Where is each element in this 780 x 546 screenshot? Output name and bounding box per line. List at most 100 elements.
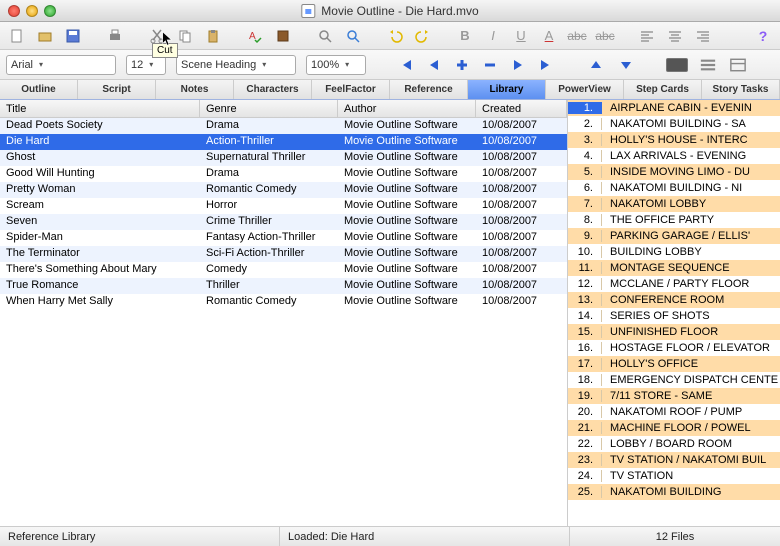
scene-row[interactable]: 10.BUILDING LOBBY (568, 244, 780, 260)
scene-row[interactable]: 14.SERIES OF SHOTS (568, 308, 780, 324)
align-right-button[interactable] (692, 25, 714, 47)
new-doc-button[interactable] (6, 25, 28, 47)
col-created[interactable]: Created (476, 100, 567, 117)
print-button[interactable] (104, 25, 126, 47)
library-row[interactable]: When Harry Met SallyRomantic ComedyMovie… (0, 294, 567, 310)
scene-row[interactable]: 19.7/11 STORE - SAME (568, 388, 780, 404)
scene-row[interactable]: 21.MACHINE FLOOR / POWEL (568, 420, 780, 436)
nav-last-button[interactable] (536, 55, 556, 75)
cut-button[interactable]: Cut (146, 25, 168, 47)
scene-row[interactable]: 3.HOLLY'S HOUSE - INTERC (568, 132, 780, 148)
align-center-button[interactable] (664, 25, 686, 47)
close-window-button[interactable] (8, 5, 20, 17)
scene-row[interactable]: 15.UNFINISHED FLOOR (568, 324, 780, 340)
align-left-button[interactable] (636, 25, 658, 47)
scene-row[interactable]: 23.TV STATION / NAKATOMI BUIL (568, 452, 780, 468)
scene-number: 25. (568, 486, 602, 498)
scene-number: 10. (568, 246, 602, 258)
tab-script[interactable]: Script (78, 80, 156, 99)
scene-row[interactable]: 16.HOSTAGE FLOOR / ELEVATOR (568, 340, 780, 356)
tab-reference[interactable]: Reference (390, 80, 468, 99)
scene-row[interactable]: 9.PARKING GARAGE / ELLIS' (568, 228, 780, 244)
tab-outline[interactable]: Outline (0, 80, 78, 99)
font-color-button[interactable]: A (538, 25, 560, 47)
library-row[interactable]: Spider-ManFantasy Action-ThrillerMovie O… (0, 230, 567, 246)
scene-number: 4. (568, 150, 602, 162)
library-row[interactable]: The TerminatorSci-Fi Action-ThrillerMovi… (0, 246, 567, 262)
library-row[interactable]: ScreamHorrorMovie Outline Software10/08/… (0, 198, 567, 214)
scene-name: NAKATOMI ROOF / PUMP (602, 406, 742, 418)
paste-button[interactable] (202, 25, 224, 47)
scene-row[interactable]: 12.MCCLANE / PARTY FLOOR (568, 276, 780, 292)
scene-name: CONFERENCE ROOM (602, 294, 724, 306)
tab-feelfactor[interactable]: FeelFactor (312, 80, 390, 99)
move-up-button[interactable] (586, 55, 606, 75)
scene-row[interactable]: 6.NAKATOMI BUILDING - NI (568, 180, 780, 196)
library-row[interactable]: There's Something About MaryComedyMovie … (0, 262, 567, 278)
tab-characters[interactable]: Characters (234, 80, 312, 99)
move-down-button[interactable] (616, 55, 636, 75)
tab-library[interactable]: Library (468, 80, 546, 99)
zoom-window-button[interactable] (44, 5, 56, 17)
scene-row[interactable]: 7.NAKATOMI LOBBY (568, 196, 780, 212)
scene-name: TV STATION (602, 470, 673, 482)
nav-prev-button[interactable] (424, 55, 444, 75)
scene-row[interactable]: 5.INSIDE MOVING LIMO - DU (568, 164, 780, 180)
strike-button[interactable]: abc (566, 25, 588, 47)
zoom-button[interactable] (342, 25, 364, 47)
underline-button[interactable]: U (510, 25, 532, 47)
nav-remove-button[interactable] (480, 55, 500, 75)
library-row[interactable]: Pretty WomanRomantic ComedyMovie Outline… (0, 182, 567, 198)
scene-row[interactable]: 8.THE OFFICE PARTY (568, 212, 780, 228)
open-button[interactable] (34, 25, 56, 47)
tab-step-cards[interactable]: Step Cards (624, 80, 702, 99)
library-row[interactable]: Die HardAction-ThrillerMovie Outline Sof… (0, 134, 567, 150)
paragraph-style-select[interactable]: Scene Heading▾ (176, 55, 296, 75)
library-row[interactable]: SevenCrime ThrillerMovie Outline Softwar… (0, 214, 567, 230)
cell-author: Movie Outline Software (338, 166, 476, 182)
tab-story-tasks[interactable]: Story Tasks (702, 80, 780, 99)
scene-row[interactable]: 4.LAX ARRIVALS - EVENING (568, 148, 780, 164)
library-row[interactable]: Good Will HuntingDramaMovie Outline Soft… (0, 166, 567, 182)
strike-alt-button[interactable]: abc (594, 25, 616, 47)
scene-row[interactable]: 25.NAKATOMI BUILDING (568, 484, 780, 500)
panel-icon-button[interactable] (728, 55, 748, 75)
italic-button[interactable]: I (482, 25, 504, 47)
col-author[interactable]: Author (338, 100, 476, 117)
cell-author: Movie Outline Software (338, 294, 476, 310)
nav-add-button[interactable] (452, 55, 472, 75)
list-icon-button[interactable] (698, 55, 718, 75)
bold-button[interactable]: B (454, 25, 476, 47)
scene-row[interactable]: 1.AIRPLANE CABIN - EVENIN (568, 100, 780, 116)
help-button[interactable]: ? (752, 25, 774, 47)
tab-notes[interactable]: Notes (156, 80, 234, 99)
save-button[interactable] (62, 25, 84, 47)
thesaurus-button[interactable] (272, 25, 294, 47)
font-size-select[interactable]: 12▾ (126, 55, 166, 75)
tab-powerview[interactable]: PowerView (546, 80, 624, 99)
scene-row[interactable]: 20.NAKATOMI ROOF / PUMP (568, 404, 780, 420)
minimize-window-button[interactable] (26, 5, 38, 17)
cell-created: 10/08/2007 (476, 230, 567, 246)
scene-row[interactable]: 18.EMERGENCY DISPATCH CENTE (568, 372, 780, 388)
font-family-select[interactable]: Arial▾ (6, 55, 116, 75)
scene-row[interactable]: 17.HOLLY'S OFFICE (568, 356, 780, 372)
scene-row[interactable]: 11.MONTAGE SEQUENCE (568, 260, 780, 276)
col-genre[interactable]: Genre (200, 100, 338, 117)
library-row[interactable]: True RomanceThrillerMovie Outline Softwa… (0, 278, 567, 294)
scene-row[interactable]: 22.LOBBY / BOARD ROOM (568, 436, 780, 452)
library-row[interactable]: Dead Poets SocietyDramaMovie Outline Sof… (0, 118, 567, 134)
zoom-select[interactable]: 100%▾ (306, 55, 366, 75)
nav-next-button[interactable] (508, 55, 528, 75)
scene-row[interactable]: 13.CONFERENCE ROOM (568, 292, 780, 308)
col-title[interactable]: Title (0, 100, 200, 117)
undo-button[interactable] (384, 25, 406, 47)
find-button[interactable] (314, 25, 336, 47)
nav-first-button[interactable] (396, 55, 416, 75)
redo-button[interactable] (412, 25, 434, 47)
library-row[interactable]: GhostSupernatural ThrillerMovie Outline … (0, 150, 567, 166)
color-picker-button[interactable] (666, 58, 688, 72)
scene-row[interactable]: 2.NAKATOMI BUILDING - SA (568, 116, 780, 132)
scene-row[interactable]: 24.TV STATION (568, 468, 780, 484)
spellcheck-button[interactable]: A (244, 25, 266, 47)
